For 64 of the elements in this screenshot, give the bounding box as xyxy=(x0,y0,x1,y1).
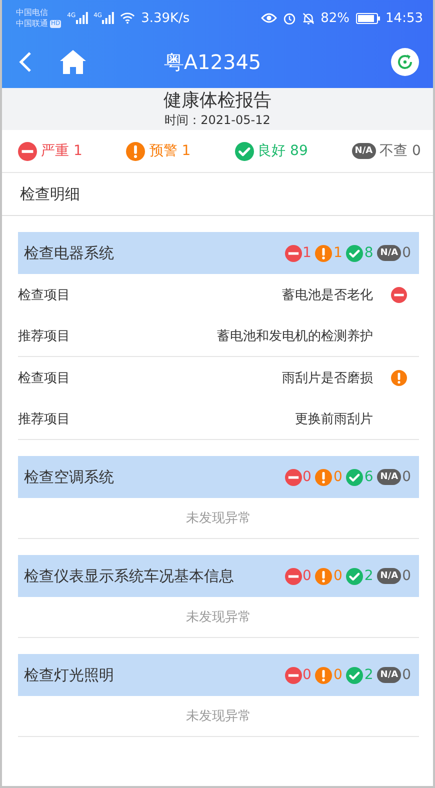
status-count: 0 xyxy=(333,667,342,683)
wifi-icon xyxy=(120,12,136,24)
battery-icon xyxy=(356,12,380,24)
carrier-name: 中国联通 xyxy=(16,18,48,29)
row-label: 推荐项目 xyxy=(18,328,70,344)
status-count: 0 xyxy=(402,469,411,485)
row-label: 检查项目 xyxy=(18,286,70,304)
na-badge: N/A xyxy=(377,667,402,683)
status-count: 0 xyxy=(333,568,342,584)
bell-off-icon xyxy=(302,12,315,24)
status-count: 6 xyxy=(364,469,374,485)
status-count: 0 xyxy=(402,667,411,683)
empty-message: 未发现异常 xyxy=(18,498,419,539)
carrier-name: 中国电信 xyxy=(16,7,49,18)
row-value: 蓄电池是否老化 xyxy=(281,286,374,304)
signal-icon xyxy=(102,12,114,24)
network-speed: 3.39K/s xyxy=(141,10,190,26)
category-header[interactable]: 检查仪表显示系统车况基本信息 0 0 2 N/A 0 xyxy=(18,555,419,597)
status-count: 0 xyxy=(302,667,312,683)
status-count: 0 xyxy=(333,469,342,485)
summary-label: 预警 1 xyxy=(149,142,191,160)
nav-title: 粤A12345 xyxy=(162,48,262,76)
signal-icon xyxy=(76,12,88,24)
battery-percent: 82% xyxy=(320,10,350,26)
report-date: 时间：2021-05-12 xyxy=(164,112,272,128)
empty-message: 未发现异常 xyxy=(18,696,419,737)
category-title: 检查灯光照明 xyxy=(24,665,115,686)
empty-message: 未发现异常 xyxy=(18,597,419,638)
category-header[interactable]: 检查空调系统 0 0 6 N/A 0 xyxy=(18,456,419,498)
section-heading: 检查明细 xyxy=(2,173,433,216)
category-header[interactable]: 检查灯光照明 0 0 2 N/A 0 xyxy=(18,654,419,696)
na-badge: N/A xyxy=(377,245,402,261)
row-value: 更换前雨刮片 xyxy=(294,410,374,428)
alarm-icon xyxy=(282,12,296,24)
na-badge: N/A xyxy=(377,469,402,485)
row-label: 检查项目 xyxy=(18,370,70,386)
summary-label: 良好 89 xyxy=(258,142,308,160)
status-count: 8 xyxy=(364,245,374,261)
back-icon[interactable] xyxy=(18,51,32,73)
status-count: 2 xyxy=(364,667,374,683)
refresh-button[interactable] xyxy=(391,48,419,76)
row-value: 雨刮片是否磨损 xyxy=(281,370,374,386)
na-badge: N/A xyxy=(352,143,376,159)
refresh-icon xyxy=(396,53,414,71)
summary-label: 严重 1 xyxy=(41,142,82,160)
summary-label: 不查 0 xyxy=(380,142,421,160)
category-title: 检查空调系统 xyxy=(24,467,115,488)
category-title: 检查仪表显示系统车况基本信息 xyxy=(24,566,235,587)
report-title: 健康体检报告 xyxy=(162,90,272,112)
na-badge: N/A xyxy=(377,568,402,584)
clock-time: 14:53 xyxy=(386,10,423,26)
status-count: 2 xyxy=(364,568,374,584)
category-title: 检查电器系统 xyxy=(24,243,115,264)
home-icon[interactable] xyxy=(60,50,86,74)
status-count: 1 xyxy=(333,245,342,261)
status-count: 0 xyxy=(402,245,411,261)
category-header[interactable]: 检查电器系统 1 1 8 N/A 0 xyxy=(18,232,419,274)
status-count: 0 xyxy=(302,568,312,584)
status-count: 0 xyxy=(302,469,312,485)
row-label: 推荐项目 xyxy=(18,410,70,428)
row-value: 蓄电池和发电机的检测养护 xyxy=(216,328,374,344)
status-count: 0 xyxy=(402,568,411,584)
eye-icon xyxy=(260,12,277,24)
status-count: 1 xyxy=(302,245,312,261)
